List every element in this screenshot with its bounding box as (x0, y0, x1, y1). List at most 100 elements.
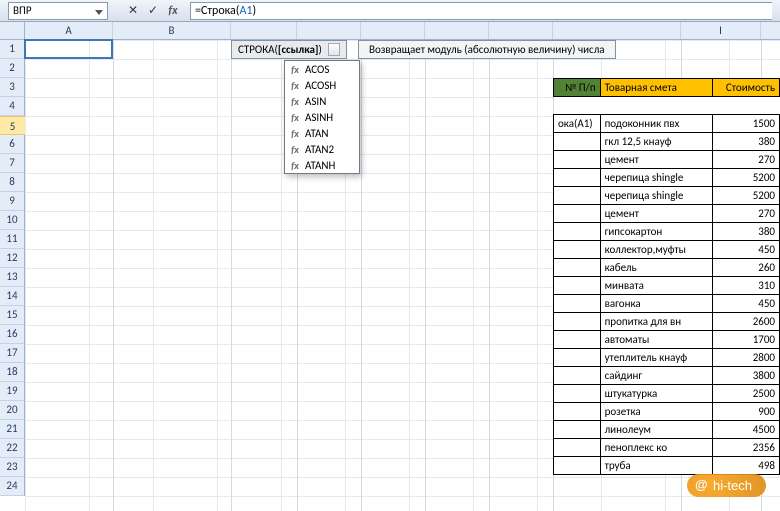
table-row[interactable]: коллектор,муфты450 (554, 241, 780, 259)
cell-cost[interactable]: 4500 (712, 421, 779, 439)
col-header-H[interactable] (553, 22, 681, 39)
table-row[interactable]: гкл 12,5 кнауф380 (554, 133, 780, 151)
autocomplete-item[interactable]: ATAN (285, 125, 359, 141)
cell-cost[interactable]: 1700 (712, 331, 779, 349)
cell-item[interactable]: гкл 12,5 кнауф (600, 133, 712, 151)
row-header-23[interactable]: 23 (0, 458, 24, 477)
row-header-18[interactable]: 18 (0, 363, 24, 382)
col-header-A[interactable]: A (25, 22, 113, 39)
row-header-13[interactable]: 13 (0, 268, 24, 287)
cell-item[interactable]: линолеум (600, 421, 712, 439)
col-header-B[interactable]: B (113, 22, 231, 39)
cell-item[interactable]: пропитка для вн (600, 313, 712, 331)
cell-npp[interactable] (554, 421, 601, 439)
cell-npp[interactable] (554, 187, 601, 205)
table-row[interactable]: утеплитель кнауф2800 (554, 349, 780, 367)
cell-cost[interactable]: 380 (712, 223, 779, 241)
col-header-F[interactable] (425, 22, 489, 39)
cell-npp[interactable] (554, 151, 601, 169)
col-header-E[interactable] (361, 22, 425, 39)
table-row[interactable]: автоматы1700 (554, 331, 780, 349)
cell-item[interactable]: черепица shingle (600, 187, 712, 205)
cell-cost[interactable]: 2356 (712, 439, 779, 457)
row-header-19[interactable]: 19 (0, 382, 24, 401)
row-header-5-active[interactable]: 5 (0, 116, 25, 135)
cell-npp[interactable] (554, 169, 601, 187)
cell-item[interactable]: коллектор,муфты (600, 241, 712, 259)
cell-npp[interactable] (554, 457, 601, 475)
cell-npp[interactable] (554, 439, 601, 457)
cell-cost[interactable]: 1500 (712, 115, 779, 133)
cell-item[interactable]: автоматы (600, 331, 712, 349)
autocomplete-item[interactable]: ACOS (285, 61, 359, 77)
cell-npp[interactable]: ока(A1) (554, 115, 601, 133)
autocomplete-item[interactable]: ASINH (285, 109, 359, 125)
row-header-24[interactable]: 24 (0, 477, 24, 496)
cell-npp[interactable] (554, 367, 601, 385)
autocomplete-item[interactable]: ACOSH (285, 77, 359, 93)
row-header-22[interactable]: 22 (0, 439, 24, 458)
col-header-D[interactable] (297, 22, 361, 39)
row-header-9[interactable]: 9 (0, 192, 24, 211)
cell-item[interactable]: пеноплекс ко (600, 439, 712, 457)
cell-item[interactable]: труба (600, 457, 712, 475)
table-row[interactable]: труба498 (554, 457, 780, 475)
cell-cost[interactable]: 2800 (712, 349, 779, 367)
row-header-4[interactable]: 4 (0, 97, 24, 116)
table-row[interactable]: розетка900 (554, 403, 780, 421)
row-header-7[interactable]: 7 (0, 154, 24, 173)
cell-npp[interactable] (554, 277, 601, 295)
cell-cost[interactable]: 450 (712, 241, 779, 259)
cell-cost[interactable]: 5200 (712, 169, 779, 187)
autocomplete-item[interactable]: ATAN2 (285, 141, 359, 157)
header-npp[interactable]: № П/п (554, 79, 601, 97)
accept-icon[interactable]: ✓ (144, 2, 162, 20)
select-all-corner[interactable] (0, 22, 25, 39)
row-header-10[interactable]: 10 (0, 211, 24, 230)
row-header-1[interactable]: 1 (0, 40, 24, 59)
table-row[interactable]: линолеум4500 (554, 421, 780, 439)
cell-cost[interactable]: 900 (712, 403, 779, 421)
table-row[interactable]: сайдинг3800 (554, 367, 780, 385)
cell-cost[interactable]: 2600 (712, 313, 779, 331)
row-header-17[interactable]: 17 (0, 344, 24, 363)
cell-npp[interactable] (554, 331, 601, 349)
table-row[interactable]: вагонка450 (554, 295, 780, 313)
table-row[interactable]: черепица shingle5200 (554, 187, 780, 205)
table-row[interactable]: штукатурка2500 (554, 385, 780, 403)
cell-npp[interactable] (554, 259, 601, 277)
autocomplete-item[interactable]: ATANH (285, 157, 359, 173)
fn-tip-arg[interactable]: [ссылка] (278, 43, 319, 56)
row-header-8[interactable]: 8 (0, 173, 24, 192)
row-header-3[interactable]: 3 (0, 78, 24, 97)
cell-npp[interactable] (554, 349, 601, 367)
cell-item[interactable]: сайдинг (600, 367, 712, 385)
cell-npp[interactable] (554, 133, 601, 151)
fx-icon[interactable]: fx (164, 2, 182, 20)
cell-cost[interactable]: 3800 (712, 367, 779, 385)
cell-item[interactable]: минвата (600, 277, 712, 295)
col-header-C[interactable] (231, 22, 297, 39)
cell-npp[interactable] (554, 241, 601, 259)
cell-item[interactable]: гипсокартон (600, 223, 712, 241)
row-header-20[interactable]: 20 (0, 401, 24, 420)
cell-cost[interactable]: 270 (712, 151, 779, 169)
cell-npp[interactable] (554, 205, 601, 223)
cell-item[interactable]: подоконник пвх (600, 115, 712, 133)
header-item[interactable]: Товарная смета (600, 79, 712, 97)
table-row[interactable]: пеноплекс ко2356 (554, 439, 780, 457)
cell-item[interactable]: розетка (600, 403, 712, 421)
cells-area[interactable]: № П/п Товарная смета Стоимость ока(A1)по… (25, 40, 780, 511)
cell-item[interactable]: цемент (600, 205, 712, 223)
cell-cost[interactable]: 310 (712, 277, 779, 295)
chevron-down-icon[interactable] (328, 43, 340, 56)
cell-cost[interactable]: 450 (712, 295, 779, 313)
cell-cost[interactable]: 2500 (712, 385, 779, 403)
table-row[interactable]: черепица shingle5200 (554, 169, 780, 187)
table-row[interactable]: цемент270 (554, 151, 780, 169)
cancel-icon[interactable]: ✕ (124, 2, 142, 20)
row-header-15[interactable]: 15 (0, 306, 24, 325)
formula-input[interactable]: =Строка(A1) (190, 2, 772, 20)
cell-item[interactable]: утеплитель кнауф (600, 349, 712, 367)
row-header-6[interactable]: 6 (0, 135, 24, 154)
